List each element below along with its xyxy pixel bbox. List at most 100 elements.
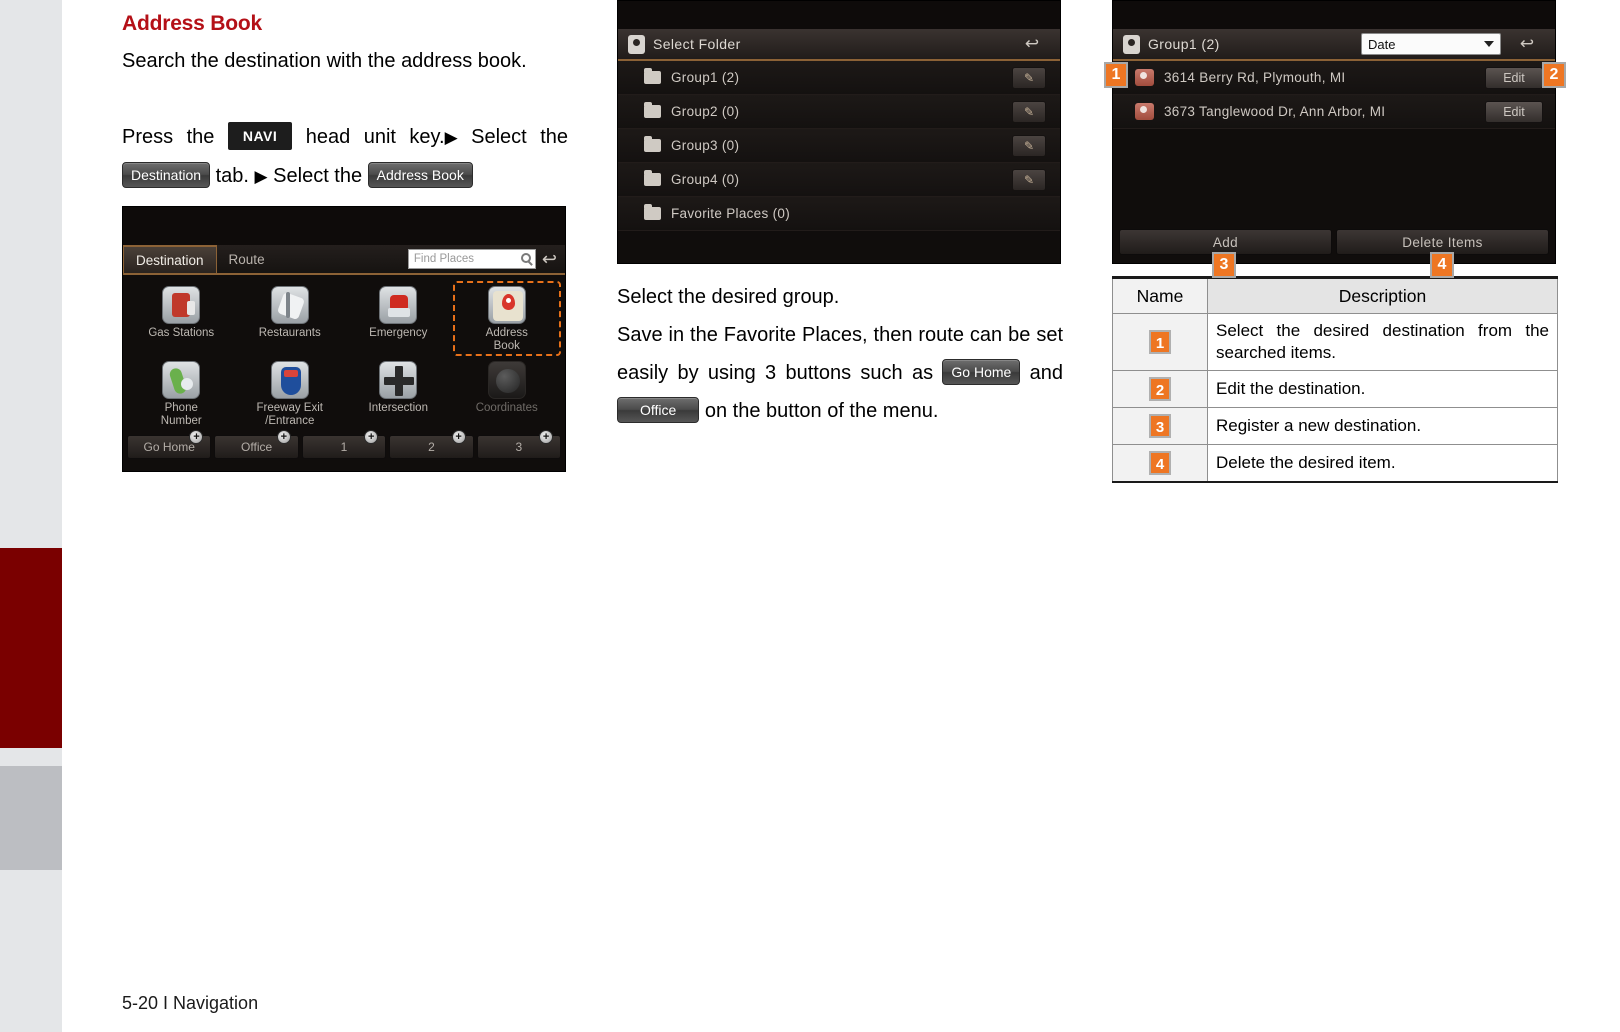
middle-text-2: and [1020,362,1063,384]
edit-button[interactable]: Edit [1485,100,1543,123]
group-titlebar: Group1 (2) Date ↩ [1113,29,1555,61]
destination-shortcut-bar: Go Home + Office + 1 + 2 + 3 + [123,430,565,464]
sidebar-band-light-top [0,0,62,548]
dest-item-coordinates[interactable]: Coordinates [453,356,562,431]
destination-row[interactable]: 3614 Berry Rd, Plymouth, MI Edit [1113,61,1555,95]
dest-item-emergency[interactable]: Emergency [344,281,453,356]
destination-screen-screenshot: Destination Route Find Places ↩ Gas Stat… [122,206,566,472]
plus-icon[interactable]: + [364,430,379,444]
plus-icon[interactable]: + [189,430,204,444]
middle-text-3: on the button of the menu. [699,400,939,422]
folder-row[interactable]: Group4 (0) ✎ [618,163,1060,197]
shortcut-1[interactable]: 1 + [301,430,387,459]
tab-route[interactable]: Route [217,245,277,273]
dest-item-intersection[interactable]: Intersection [344,356,453,431]
dest-item-label: Emergency [369,327,428,339]
dest-item-phone-number[interactable]: Phone Number [127,356,236,431]
folder-label: Group2 (0) [671,104,740,119]
intersection-icon [379,361,418,399]
badge-4: 4 [1149,451,1171,475]
callout-4: 4 [1430,252,1454,278]
sort-dropdown[interactable]: Date [1361,33,1501,55]
group-action-bar: Add Delete Items [1113,225,1555,261]
plus-icon[interactable]: + [276,430,291,444]
middle-paragraph-1: Select the desired group. [617,286,840,308]
edit-button[interactable]: Edit [1485,66,1543,89]
shortcut-2[interactable]: 2 + [389,430,474,459]
pencil-icon[interactable]: ✎ [1012,168,1046,191]
destination-tab-chip[interactable]: Destination [122,161,211,188]
intro-paragraph: Search the destination with the address … [122,50,527,72]
find-places-input[interactable]: Find Places [407,249,536,269]
column-header-name: Name [1112,276,1208,314]
column-left: Address Book Search the destination with… [122,0,568,472]
steps-text-5: Select the [267,165,368,187]
dest-item-label: Coordinates [475,402,538,414]
emergency-icon [379,286,418,324]
steps-text-2: head unit key. [292,126,445,148]
coordinates-icon [487,361,526,399]
search-icon [520,253,531,263]
office-chip[interactable]: Office [617,396,700,423]
manual-page: Address Book Search the destination with… [0,0,1620,1032]
folder-icon [644,102,661,118]
sidebar-band-gap [0,748,62,766]
dest-item-address-book[interactable]: Address Book [452,281,561,356]
folder-icon [644,204,661,220]
pencil-icon[interactable]: ✎ [1012,134,1046,157]
plus-icon[interactable]: + [539,430,554,444]
destination-row[interactable]: 3673 Tanglewood Dr, Ann Arbor, MI Edit [1113,95,1555,129]
table-cell-description: Register a new destination. [1207,407,1558,445]
address-book-icon [487,286,526,324]
back-arrow-icon[interactable]: ↩ [542,249,557,270]
table-row: 4 Delete the desired item. [1112,444,1558,483]
shortcut-go-home[interactable]: Go Home + [127,430,212,459]
dest-item-label: Intersection [368,402,428,414]
column-right: Group1 (2) Date ↩ 3614 Berry Rd, Plymout… [1104,0,1566,483]
table-cell-name: 2 [1112,370,1208,408]
shortcut-office[interactable]: Office + [214,430,299,459]
folder-row[interactable]: Group1 (2) ✎ [618,61,1060,95]
folder-row[interactable]: Group2 (0) ✎ [618,95,1060,129]
destination-icon-grid: Gas Stations Restaurants Emergency Addre… [123,275,565,431]
dest-item-restaurants[interactable]: Restaurants [236,281,345,356]
screen-status-bar [1113,1,1555,29]
screen-status-bar [123,207,565,245]
table-header-row: Name Description [1112,276,1558,314]
folder-label: Group4 (0) [671,172,740,187]
chevron-down-icon [1484,41,1494,47]
poi-icon [1135,103,1154,120]
destination-label: 3673 Tanglewood Dr, Ann Arbor, MI [1164,104,1386,119]
table-cell-description: Delete the desired item. [1207,444,1558,483]
empty-list-area [1113,129,1555,225]
table-cell-name: 3 [1112,407,1208,445]
folder-label: Group1 (2) [671,70,740,85]
folder-row[interactable]: Group3 (0) ✎ [618,129,1060,163]
navi-key-chip[interactable]: NAVI [227,121,293,150]
dest-item-label: Address Book [485,327,528,352]
select-folder-titlebar: Select Folder ↩ [618,29,1060,61]
shortcut-3[interactable]: 3 + [476,430,562,459]
restaurant-icon [270,286,309,324]
sort-value: Date [1368,36,1396,52]
table-row: 3 Register a new destination. [1112,407,1558,445]
folder-label: Group3 (0) [671,138,740,153]
back-arrow-icon[interactable]: ↩ [1507,32,1547,56]
pencil-icon[interactable]: ✎ [1012,100,1046,123]
phone-icon [162,361,201,399]
folder-row[interactable]: Favorite Places (0) [618,197,1060,231]
pin-icon [628,34,645,54]
back-arrow-icon[interactable]: ↩ [1012,32,1052,56]
pencil-icon[interactable]: ✎ [1012,66,1046,89]
folder-icon [644,68,661,84]
tab-destination[interactable]: Destination [123,245,217,273]
go-home-chip[interactable]: Go Home [942,358,1021,385]
plus-icon[interactable]: + [451,430,466,444]
gas-station-icon [162,286,201,324]
dest-item-freeway-exit[interactable]: Freeway Exit/Entrance [236,356,345,431]
table-cell-description: Edit the destination. [1207,370,1558,408]
dest-item-gas-stations[interactable]: Gas Stations [127,281,236,356]
address-book-chip[interactable]: Address Book [367,161,473,188]
sidebar-band-red [0,548,62,748]
